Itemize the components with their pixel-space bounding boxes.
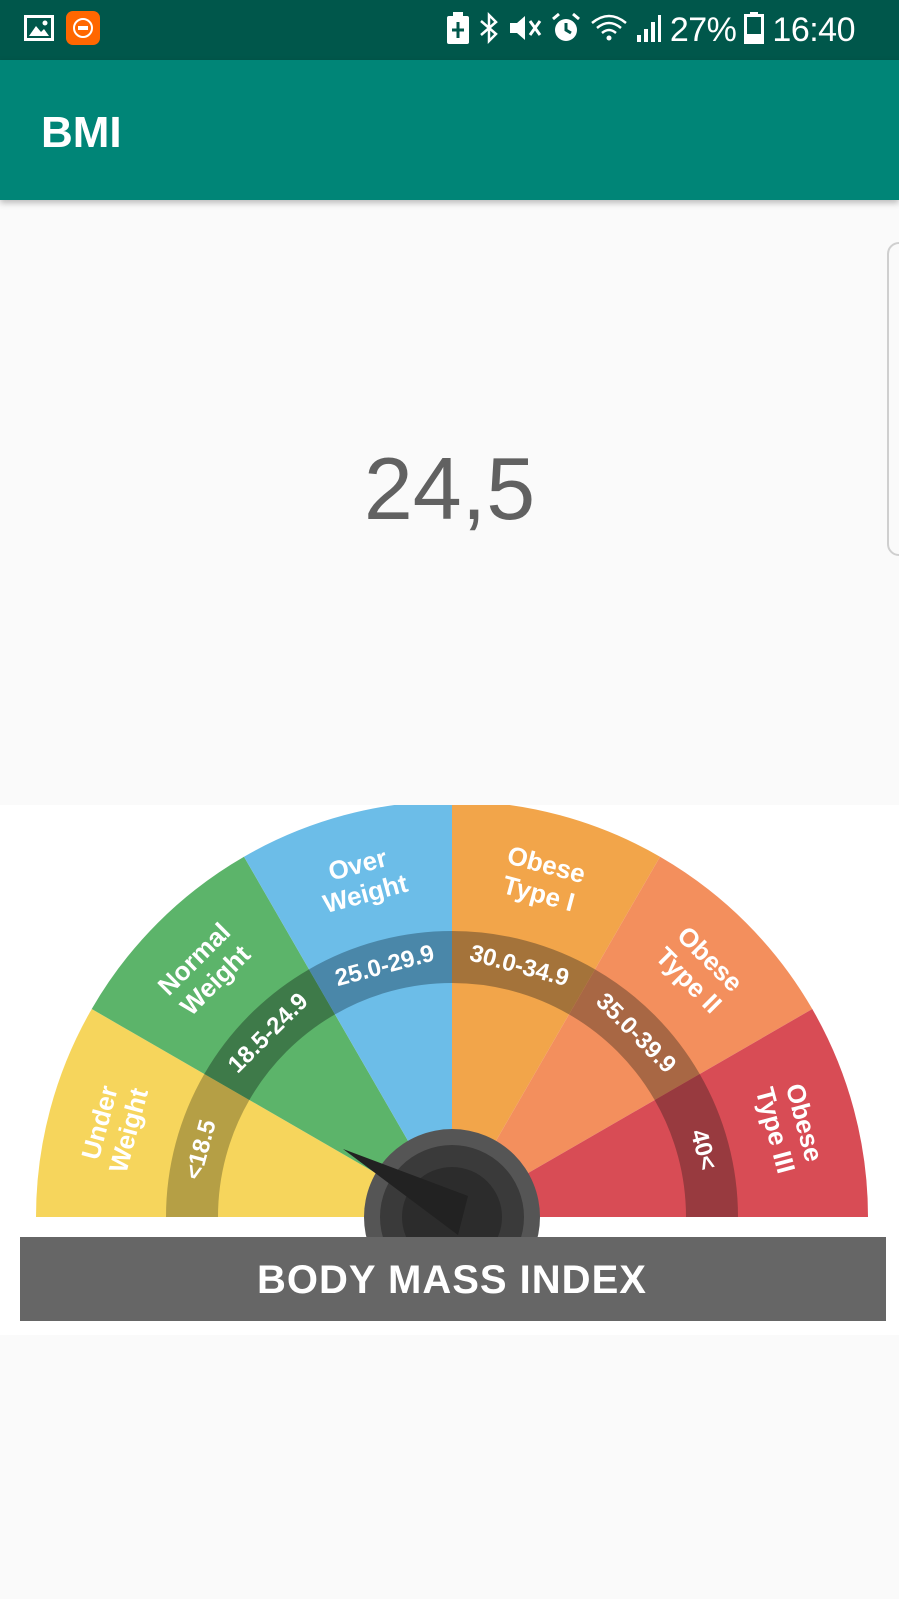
mute-icon bbox=[508, 13, 542, 48]
battery-icon bbox=[744, 11, 765, 49]
battery-percent: 27% bbox=[669, 10, 737, 49]
bmi-gauge: UnderWeightNormalWeightOverWeightObeseTy… bbox=[20, 805, 886, 1321]
status-right-icons: 27% 16:40 bbox=[446, 10, 855, 50]
signal-icon bbox=[636, 13, 662, 48]
gauge-title: BODY MASS INDEX bbox=[257, 1258, 647, 1302]
app-bar: BMI bbox=[0, 60, 899, 200]
status-left-icons bbox=[24, 10, 100, 50]
clock: 16:40 bbox=[772, 10, 855, 49]
bluetooth-icon bbox=[478, 11, 500, 49]
alarm-icon bbox=[550, 12, 582, 49]
status-bar: 27% 16:40 bbox=[0, 0, 899, 60]
wifi-icon bbox=[590, 13, 628, 48]
app-title: BMI bbox=[41, 108, 122, 157]
battery-saver-icon bbox=[446, 11, 470, 49]
bmi-result-value: 24,5 bbox=[363, 439, 536, 538]
mi-app-icon bbox=[66, 10, 100, 50]
gallery-icon bbox=[24, 14, 54, 46]
bmi-gauge-image: UnderWeight NormalWeight OverWeight ObeseTy… bbox=[0, 805, 899, 1335]
